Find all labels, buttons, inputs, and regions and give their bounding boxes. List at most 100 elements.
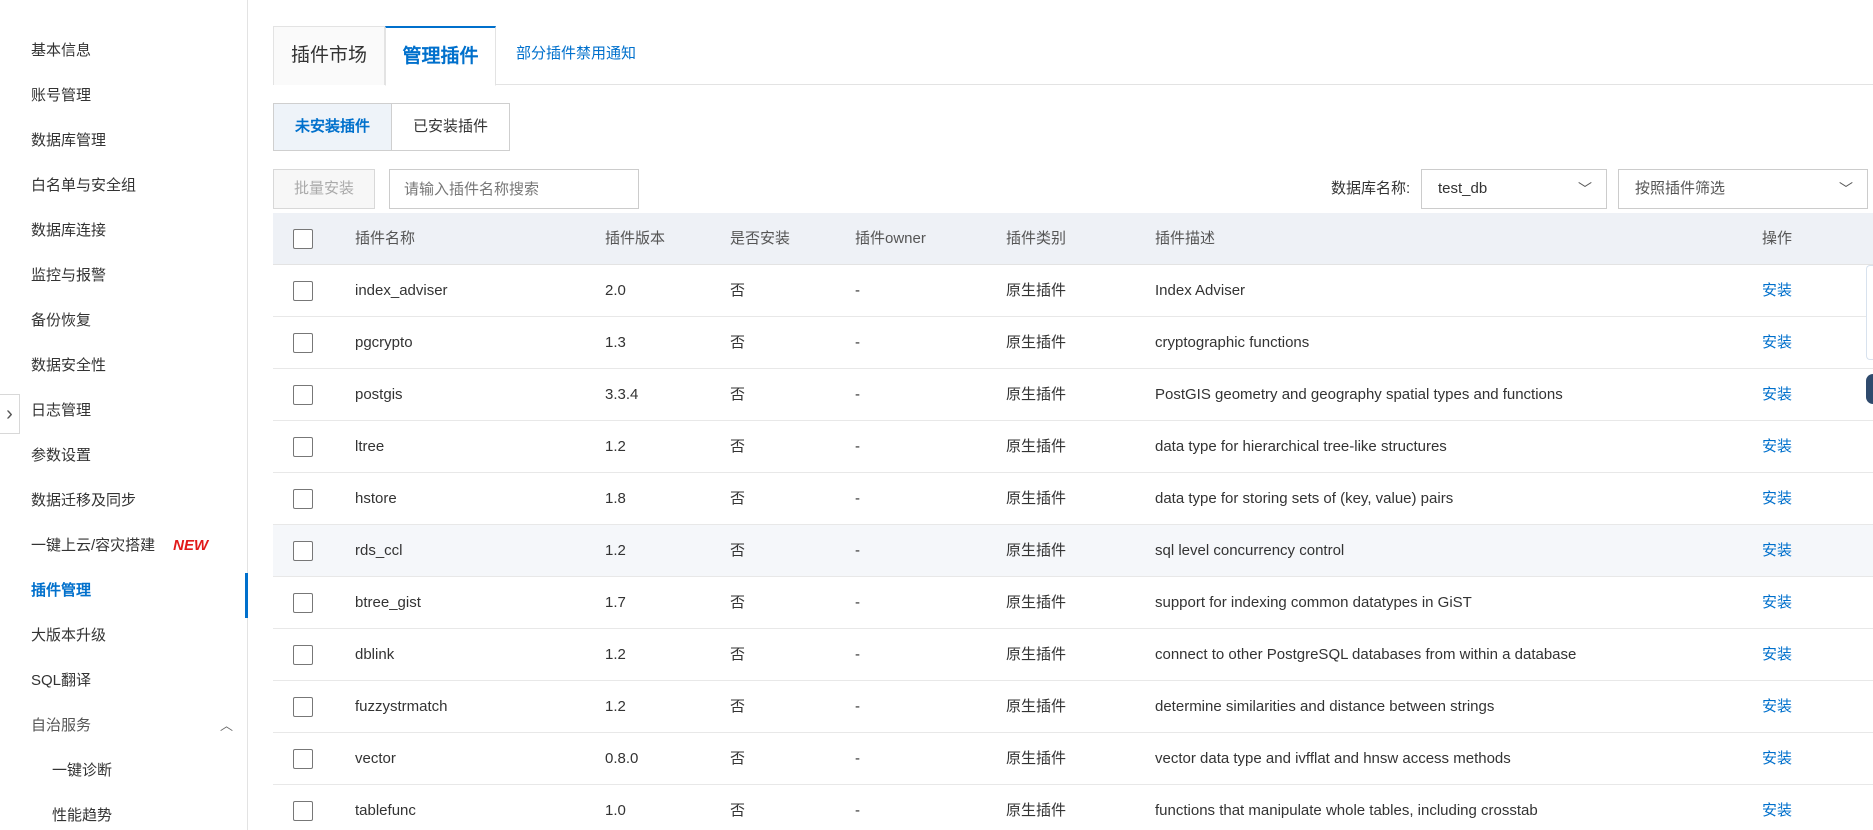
sidebar-item-label: 监控与报警 (31, 267, 107, 284)
plugin-type: 原生插件 (1006, 334, 1067, 351)
sidebar-item-databases[interactable]: 数据库管理 (0, 123, 247, 168)
install-link[interactable]: 安装 (1762, 525, 1792, 577)
tab-bar: 插件市场 管理插件 部分插件禁用通知 (273, 26, 1873, 86)
sidebar-item-label: 账号管理 (31, 87, 92, 104)
install-link[interactable]: 安装 (1762, 733, 1792, 785)
plugin-search-input[interactable] (389, 169, 639, 209)
row-checkbox[interactable] (293, 281, 313, 301)
plugin-owner: - (855, 490, 860, 507)
sidebar-item-migration[interactable]: 数据迁移及同步 (0, 483, 247, 528)
plugin-type: 原生插件 (1006, 282, 1067, 299)
plugin-version: 1.8 (605, 490, 626, 507)
plugin-description: vector data type and ivfflat and hnsw ac… (1155, 750, 1511, 767)
plugin-owner: - (855, 646, 860, 663)
sidebar-item-basic-info[interactable]: 基本信息 (0, 33, 247, 78)
plugin-version: 2.0 (605, 282, 626, 299)
sidebar-item-accounts[interactable]: 账号管理 (0, 78, 247, 123)
plugin-description: sql level concurrency control (1155, 542, 1345, 559)
sidebar-item-logs[interactable]: 日志管理 (0, 393, 247, 438)
plugin-installed: 否 (730, 646, 746, 663)
install-link[interactable]: 安装 (1762, 629, 1792, 681)
plugin-owner: - (855, 438, 860, 455)
sidebar-item-diagnosis[interactable]: 一键诊断 (0, 753, 247, 798)
row-checkbox[interactable] (293, 749, 313, 769)
select-all-checkbox[interactable] (293, 229, 313, 249)
table-row: btree_gist 1.7 否 - 原生插件 support for inde… (273, 577, 1873, 629)
plugin-installed: 否 (730, 802, 746, 819)
install-link[interactable]: 安装 (1762, 577, 1792, 629)
plugin-installed: 否 (730, 750, 746, 767)
sidebar-item-label: 数据安全性 (31, 357, 107, 374)
plugin-version: 1.2 (605, 438, 626, 455)
plugin-type: 原生插件 (1006, 542, 1067, 559)
plugin-filter-select[interactable]: 按照插件筛选 ﹀ (1618, 169, 1868, 209)
sidebar-item-upgrade[interactable]: 大版本升级 (0, 618, 247, 663)
install-link[interactable]: 安装 (1762, 681, 1792, 733)
tab-manage-plugins[interactable]: 管理插件 (385, 26, 496, 86)
table-header-row: 插件名称 插件版本 是否安装 插件owner 插件类别 插件描述 操作 (273, 213, 1873, 265)
plugin-type: 原生插件 (1006, 386, 1067, 403)
row-checkbox[interactable] (293, 645, 313, 665)
segment-installed[interactable]: 已安装插件 (391, 103, 511, 151)
row-checkbox[interactable] (293, 541, 313, 561)
floating-assistant-button[interactable] (1866, 374, 1873, 404)
row-checkbox[interactable] (293, 697, 313, 717)
floating-panel-edge[interactable] (1866, 265, 1873, 360)
row-checkbox[interactable] (293, 593, 313, 613)
sidebar-item-security[interactable]: 数据安全性 (0, 348, 247, 393)
table-row: fuzzystrmatch 1.2 否 - 原生插件 determine sim… (273, 681, 1873, 733)
sidebar-item-monitoring[interactable]: 监控与报警 (0, 258, 247, 303)
plugin-owner: - (855, 282, 860, 299)
plugin-version: 3.3.4 (605, 386, 639, 403)
plugin-installed: 否 (730, 490, 746, 507)
sidebar-collapse-handle[interactable]: › (0, 394, 20, 434)
plugin-description: cryptographic functions (1155, 334, 1310, 351)
sidebar-group-autonomy[interactable]: 自治服务 ︿ (0, 708, 247, 753)
sidebar-item-parameters[interactable]: 参数设置 (0, 438, 247, 483)
install-link[interactable]: 安装 (1762, 369, 1792, 421)
tab-plugin-market[interactable]: 插件市场 (273, 26, 385, 85)
install-link[interactable]: 安装 (1762, 473, 1792, 525)
sidebar-item-cloud-migration[interactable]: 一键上云/容灾搭建 NEW (0, 528, 247, 573)
install-link[interactable]: 安装 (1762, 317, 1792, 369)
sidebar-item-label: 插件管理 (31, 582, 92, 599)
plugin-version: 1.0 (605, 802, 626, 819)
install-link[interactable]: 安装 (1762, 785, 1792, 830)
install-link[interactable]: 安装 (1762, 265, 1792, 317)
sidebar-item-connections[interactable]: 数据库连接 (0, 213, 247, 258)
batch-install-button[interactable]: 批量安装 (273, 169, 375, 209)
database-select[interactable]: test_db ﹀ (1421, 169, 1607, 209)
row-checkbox[interactable] (293, 801, 313, 821)
sidebar-nav: 基本信息 账号管理 数据库管理 白名单与安全组 数据库连接 监控与报警 备份恢复… (0, 0, 248, 830)
row-checkbox[interactable] (293, 333, 313, 353)
plugin-installed: 否 (730, 334, 746, 351)
sidebar-item-backup[interactable]: 备份恢复 (0, 303, 247, 348)
sidebar-item-label: 自治服务 (31, 717, 92, 734)
row-checkbox[interactable] (293, 437, 313, 457)
plugin-name: ltree (355, 438, 385, 455)
plugin-installed: 否 (730, 386, 746, 403)
sidebar-item-sql-translate[interactable]: SQL翻译 (0, 663, 247, 708)
row-checkbox[interactable] (293, 489, 313, 509)
plugin-name: fuzzystrmatch (355, 698, 448, 715)
plugin-name: dblink (355, 646, 395, 663)
chevron-up-icon: ︿ (219, 718, 233, 733)
segment-not-installed[interactable]: 未安装插件 (273, 103, 392, 151)
link-disabled-notice[interactable]: 部分插件禁用通知 (516, 26, 636, 85)
sidebar-item-whitelist[interactable]: 白名单与安全组 (0, 168, 247, 213)
sidebar-item-performance[interactable]: 性能趋势 (0, 798, 247, 830)
sidebar-item-plugins[interactable]: 插件管理 (0, 573, 248, 618)
plugin-description: support for indexing common datatypes in… (1155, 594, 1472, 611)
install-link[interactable]: 安装 (1762, 421, 1792, 473)
plugin-type: 原生插件 (1006, 490, 1067, 507)
plugin-description: functions that manipulate whole tables, … (1155, 802, 1538, 819)
row-checkbox[interactable] (293, 385, 313, 405)
header-owner: 插件owner (855, 230, 926, 247)
header-version: 插件版本 (605, 230, 666, 247)
plugin-installed: 否 (730, 542, 746, 559)
plugin-description: PostGIS geometry and geography spatial t… (1155, 386, 1563, 403)
table-row: dblink 1.2 否 - 原生插件 connect to other Pos… (273, 629, 1873, 681)
sidebar-item-label: 一键上云/容灾搭建 (31, 537, 156, 554)
plugin-name: rds_ccl (355, 542, 403, 559)
plugin-installed: 否 (730, 698, 746, 715)
